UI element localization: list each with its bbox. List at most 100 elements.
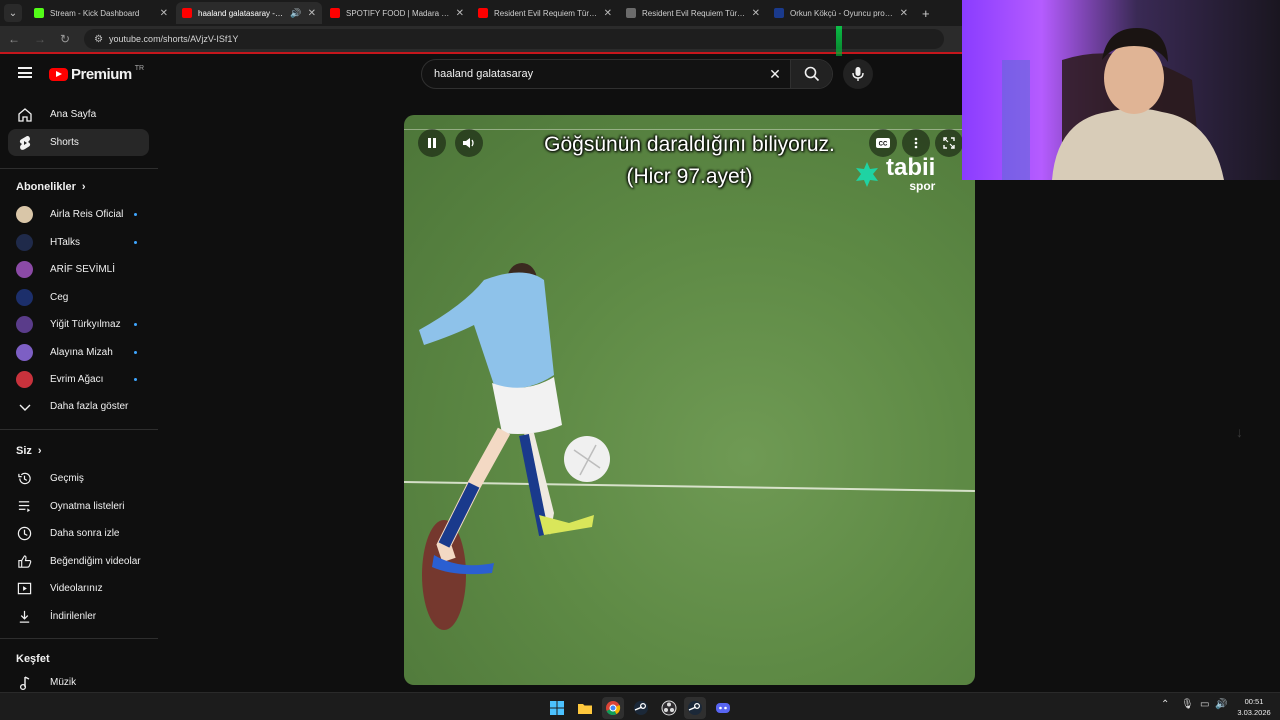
obs-button[interactable] — [658, 697, 680, 719]
browser-tab[interactable]: Stream - Kick Dashboard ✕ — [28, 2, 174, 24]
omnibox[interactable]: ⚙ youtube.com/shorts/AVjzV-ISf1Y — [84, 29, 945, 49]
browser-tab[interactable]: haaland galatasaray - YouTube 🔊 ✕ — [176, 2, 322, 24]
tab-favicon-icon — [34, 8, 44, 18]
voice-search-button[interactable] — [843, 59, 873, 89]
tab-title: SPOTIFY FOOD | Madara Oldu — [346, 8, 450, 18]
you-heading-text: Siz — [16, 445, 32, 457]
clock-date: 3.03.2026 — [1237, 708, 1271, 717]
browser-tab[interactable]: SPOTIFY FOOD | Madara Oldu ✕ — [324, 2, 470, 24]
folder-icon — [578, 703, 592, 714]
windows-start-icon — [550, 701, 564, 715]
sidebar-item-history[interactable]: Geçmiş — [8, 465, 149, 492]
tab-audio-icon[interactable]: 🔊 — [290, 8, 301, 19]
sidebar-item-clock[interactable]: Daha sonra izle — [8, 520, 149, 547]
sidebar-item-home[interactable]: Ana Sayfa — [8, 101, 149, 128]
speaker-icon[interactable]: 🔊 — [1215, 699, 1227, 710]
sidebar-item-subscription[interactable]: Alayına Mizah — [8, 339, 149, 366]
you-heading[interactable]: Siz › — [16, 445, 42, 457]
closed-captions-icon: CC — [876, 138, 890, 148]
sidebar-item-subscription[interactable]: Evrim Ağacı — [8, 366, 149, 393]
tab-list: Stream - Kick Dashboard ✕ haaland galatasa… — [28, 2, 914, 24]
browser-tab-strip: ⌄ Stream - Kick Dashboard ✕ haaland galata… — [0, 0, 962, 26]
sidebar-item-label: İndirilenler — [50, 610, 97, 622]
clear-search-icon[interactable]: ✕ — [760, 66, 790, 83]
tab-close-icon[interactable]: ✕ — [900, 8, 908, 19]
sidebar-item-label: Müzik — [50, 677, 77, 688]
logo-country: TR — [134, 65, 145, 72]
sidebar-item-download[interactable]: İndirilenler — [8, 603, 149, 630]
fullscreen-button[interactable] — [935, 129, 963, 157]
sidebar-item-label: Geçmiş — [50, 473, 84, 484]
tab-close-icon[interactable]: ✕ — [456, 8, 464, 19]
browser-tab[interactable]: Resident Evil Requiem Türkçe ✕ — [472, 2, 618, 24]
tab-close-icon[interactable]: ✕ — [308, 8, 316, 19]
sidebar-item-label: Videolarınız — [50, 583, 103, 594]
sidebar-item-subscription[interactable]: HTalks — [8, 229, 149, 256]
forward-icon[interactable]: → — [34, 32, 46, 46]
pause-button[interactable] — [418, 129, 446, 157]
file-explorer-button[interactable] — [574, 697, 596, 719]
browser-tab[interactable]: Orkun Kökçü - Oyuncu profili 2 ✕ — [768, 2, 914, 24]
youtube-logo[interactable]: Premium TR — [49, 65, 145, 83]
chevron-up-icon[interactable]: ⌃ — [1161, 699, 1169, 710]
network-icon[interactable]: ▭ — [1200, 699, 1209, 710]
reload-icon[interactable]: ↻ — [60, 32, 70, 46]
site-info-icon[interactable]: ⚙ — [94, 34, 103, 45]
sidebar-item-label: Airla Reis Oficial — [50, 209, 124, 220]
sidebar-item-thumbs-up[interactable]: Beğendiğim videolar — [8, 548, 149, 575]
show-more-button[interactable]: Daha fazla göster — [8, 393, 149, 420]
new-tab-icon[interactable]: + — [922, 6, 930, 21]
clock-icon — [16, 525, 33, 542]
chrome-button[interactable] — [602, 697, 624, 719]
steam-active-button[interactable] — [684, 697, 706, 719]
captions-button[interactable]: CC — [869, 129, 897, 157]
tab-favicon-icon — [182, 8, 192, 18]
chevron-down-icon — [16, 398, 33, 415]
more-options-button[interactable] — [902, 129, 930, 157]
start-button[interactable] — [546, 697, 568, 719]
chevron-right-icon: › — [37, 445, 42, 457]
search-input[interactable]: haaland galatasaray — [434, 68, 760, 80]
tab-favicon-icon — [478, 8, 488, 18]
back-icon[interactable]: ← — [8, 32, 20, 46]
tab-close-icon[interactable]: ✕ — [160, 8, 168, 19]
shorts-icon — [16, 134, 33, 151]
brand-sub: spor — [909, 179, 936, 193]
sidebar-item-subscription[interactable]: Airla Reis Oficial — [8, 201, 149, 228]
microphone-tray-icon[interactable]: 🎙 — [1181, 699, 1194, 710]
sidebar-item-subscription[interactable]: Yiğit Türkyılmaz — [8, 311, 149, 338]
more-vertical-icon — [914, 137, 918, 149]
tab-close-icon[interactable]: ✕ — [752, 8, 760, 19]
brand-text: tabii spor — [886, 156, 936, 194]
discord-button[interactable] — [712, 697, 734, 719]
tab-search-icon[interactable]: ⌄ — [4, 4, 22, 22]
new-content-dot — [134, 213, 137, 216]
sidebar-item-subscription[interactable]: ARİF SEVİMLİ — [8, 256, 149, 283]
sidebar-item-subscription[interactable]: Ceg — [8, 284, 149, 311]
search-button[interactable] — [790, 60, 832, 88]
expand-icon — [943, 137, 955, 149]
sidebar-item-label: Yiğit Türkyılmaz — [50, 319, 121, 330]
youtube-masthead: Premium TR haaland galatasaray ✕ — [0, 56, 962, 96]
sidebar-item-label: Evrim Ağacı — [50, 374, 104, 385]
thumbs-up-icon — [16, 553, 33, 570]
menu-icon[interactable] — [18, 67, 32, 78]
steam-button[interactable] — [630, 697, 652, 719]
steam-icon — [688, 701, 702, 715]
search-box: haaland galatasaray ✕ — [421, 59, 833, 89]
system-clock[interactable]: 00:51 3.03.2026 — [1232, 696, 1276, 718]
sidebar-item-playlist[interactable]: Oynatma listeleri — [8, 493, 149, 520]
sidebar-item-shorts[interactable]: Shorts — [8, 129, 149, 156]
next-short-arrow-icon[interactable]: ↓ — [1236, 424, 1243, 440]
tab-close-icon[interactable]: ✕ — [604, 8, 612, 19]
sidebar-item-your-videos[interactable]: Videolarınız — [8, 575, 149, 602]
avatar — [16, 233, 33, 251]
extension-glow — [836, 26, 842, 56]
browser-tab[interactable]: Resident Evil Requiem Türkçe ✕ — [620, 2, 766, 24]
volume-button[interactable] — [455, 129, 483, 157]
webcam-overlay — [962, 0, 1280, 180]
subscriptions-heading[interactable]: Abonelikler › — [16, 181, 86, 193]
shorts-video-player[interactable]: Göğsünün daraldığını biliyoruz. (Hicr 97… — [404, 115, 975, 685]
avatar — [16, 261, 33, 278]
logo-text: Premium — [71, 66, 132, 83]
